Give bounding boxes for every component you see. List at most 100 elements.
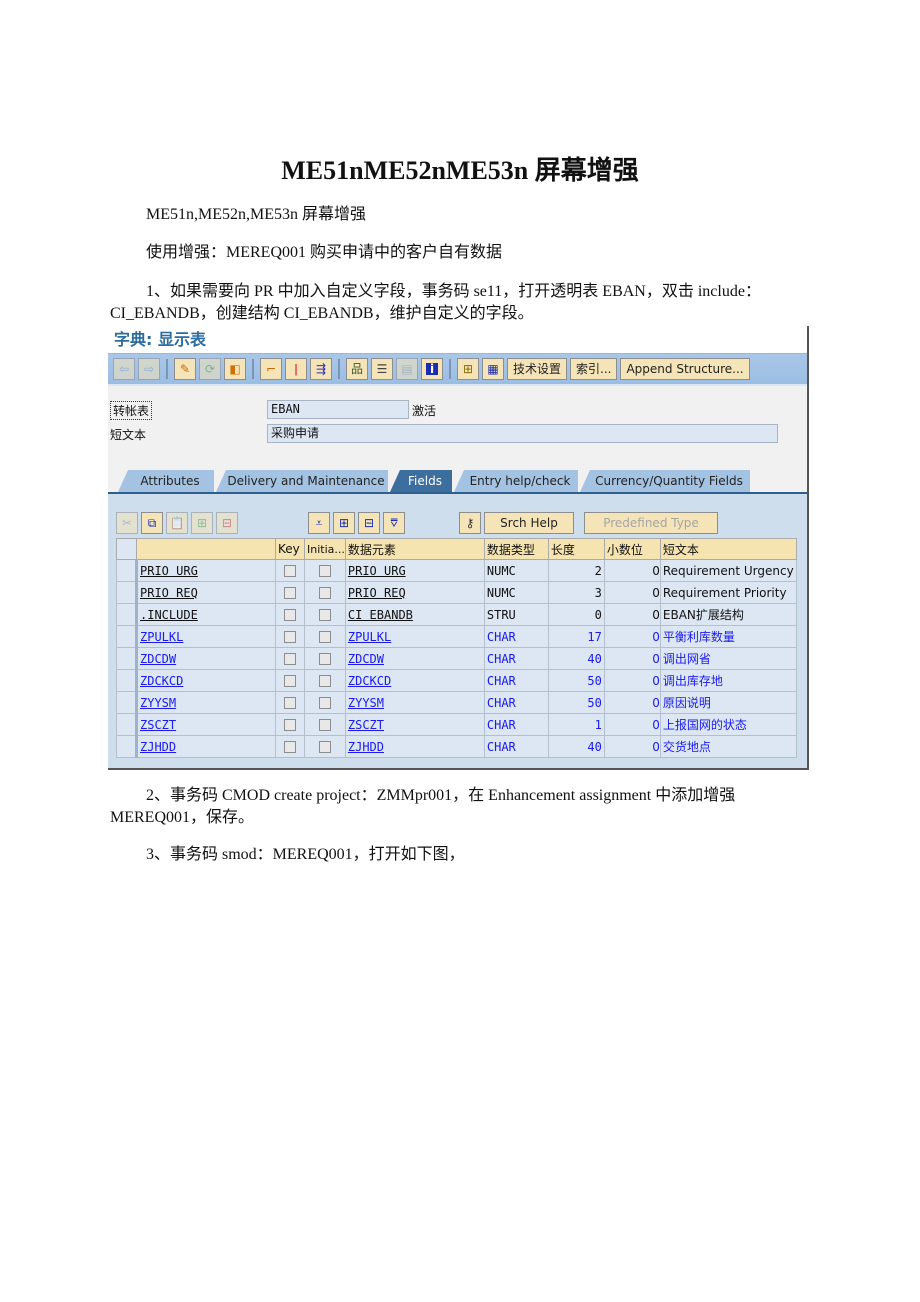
cut-icon[interactable]: ✂ xyxy=(116,512,138,534)
tab-fields[interactable]: Fields xyxy=(390,470,452,492)
row-selector[interactable] xyxy=(116,691,138,714)
data-element-link[interactable]: ZYYSM xyxy=(348,696,384,710)
field-name-cell[interactable]: ZJHDD xyxy=(136,735,276,758)
contents-icon[interactable]: ▦ xyxy=(482,358,504,380)
tab-currency-quantity[interactable]: Currency/Quantity Fields xyxy=(580,470,750,492)
table-row[interactable]: ZSCZT ZSCZT CHAR 1 0 上报国网的状态 xyxy=(116,713,797,736)
insert-row-icon[interactable]: ⊞ xyxy=(191,512,213,534)
column-header-decimals[interactable]: 小数位 xyxy=(603,538,661,560)
table-row[interactable]: PRIO URG PRIO URG NUMC 2 0 Requirement Urgenc… xyxy=(116,559,797,582)
row-selector[interactable] xyxy=(116,669,138,692)
table-row[interactable]: .INCLUDE CI EBANDB STRU 0 0 EBAN扩展结构 xyxy=(116,603,797,626)
data-element-link[interactable]: ZDCDW xyxy=(348,652,384,666)
field-name-link[interactable]: ZDCDW xyxy=(140,652,176,666)
indexes-button[interactable]: 索引... xyxy=(570,358,618,380)
srch-help-button[interactable]: Srch Help xyxy=(484,512,574,534)
data-element-cell[interactable]: ZJHDD xyxy=(344,735,485,758)
data-element-cell[interactable]: ZSCZT xyxy=(344,713,485,736)
row-selector[interactable] xyxy=(116,625,138,648)
row-selector[interactable] xyxy=(116,559,138,582)
column-header-data-element[interactable]: 数据元素 xyxy=(344,538,485,560)
layout-icon[interactable]: ▤ xyxy=(396,358,418,380)
collapse-all-icon[interactable]: ⩡ xyxy=(308,512,330,534)
data-element-cell[interactable]: ZDCKCD xyxy=(344,669,485,692)
expand-all-icon[interactable]: ⩢ xyxy=(383,512,405,534)
field-name-link[interactable]: .INCLUDE xyxy=(140,608,198,622)
data-element-link[interactable]: ZJHDD xyxy=(348,740,384,754)
row-selector[interactable] xyxy=(116,581,138,604)
initial-values-checkbox[interactable] xyxy=(318,631,331,643)
data-element-link[interactable]: PRIO URG xyxy=(348,564,406,578)
field-name-link[interactable]: ZPULKL xyxy=(140,630,183,644)
data-element-cell[interactable]: PRIO URG xyxy=(344,559,485,582)
data-element-cell[interactable]: ZDCDW xyxy=(344,647,485,670)
field-name-link[interactable]: ZDCKCD xyxy=(140,674,183,688)
data-element-cell[interactable]: PRIO REQ xyxy=(344,581,485,604)
field-name-link[interactable]: ZYYSM xyxy=(140,696,176,710)
data-element-cell[interactable]: ZYYSM xyxy=(344,691,485,714)
tab-entry-help-check[interactable]: Entry help/check xyxy=(454,470,578,492)
field-name-cell[interactable]: ZSCZT xyxy=(136,713,276,736)
table-row[interactable]: ZPULKL ZPULKL CHAR 17 0 平衡利库数量 xyxy=(116,625,797,648)
select-all-cell[interactable] xyxy=(116,538,137,560)
field-name-link[interactable]: ZJHDD xyxy=(140,740,176,754)
initial-values-checkbox[interactable] xyxy=(318,609,331,621)
table-row[interactable]: ZJHDD ZJHDD CHAR 40 0 交货地点 xyxy=(116,735,797,758)
data-element-link[interactable]: PRIO REQ xyxy=(348,586,406,600)
data-element-cell[interactable]: ZPULKL xyxy=(344,625,485,648)
column-header-short-text[interactable]: 短文本 xyxy=(659,538,797,560)
initial-values-checkbox[interactable] xyxy=(318,565,331,577)
table-name-field[interactable]: EBAN xyxy=(267,400,409,419)
navigate-icon[interactable]: ⇶ xyxy=(310,358,332,380)
key-checkbox[interactable] xyxy=(284,609,296,621)
table-row[interactable]: ZDCKCD ZDCKCD CHAR 50 0 调出库存地 xyxy=(116,669,797,692)
column-header-initial[interactable]: Initia... xyxy=(304,538,346,560)
key-checkbox[interactable] xyxy=(284,697,296,709)
key-checkbox[interactable] xyxy=(284,653,296,665)
field-name-link[interactable]: PRIO REQ xyxy=(140,586,198,600)
table-row[interactable]: PRIO REQ PRIO REQ NUMC 3 0 Requirement Priori… xyxy=(116,581,797,604)
initial-values-checkbox[interactable] xyxy=(318,653,331,665)
technical-settings-button[interactable]: 技术设置 xyxy=(507,358,568,380)
foreign-key-icon[interactable]: ⚷ xyxy=(459,512,481,534)
predefined-type-button[interactable]: Predefined Type xyxy=(584,512,718,534)
forward-arrow-icon[interactable]: ⇨ xyxy=(138,358,160,380)
field-name-link[interactable]: PRIO URG xyxy=(140,564,198,578)
initial-values-checkbox[interactable] xyxy=(318,675,331,687)
key-checkbox[interactable] xyxy=(284,631,296,643)
column-header-data-type[interactable]: 数据类型 xyxy=(483,538,549,560)
other-object-icon[interactable]: ⟳ xyxy=(199,358,221,380)
expand-include-icon[interactable]: ⊞ xyxy=(333,512,355,534)
key-checkbox[interactable] xyxy=(284,587,296,599)
short-text-field[interactable]: 采购申请 xyxy=(267,424,778,443)
collapse-include-icon[interactable]: ⊟ xyxy=(358,512,380,534)
data-element-cell[interactable]: CI EBANDB xyxy=(344,603,485,626)
info-icon[interactable]: i xyxy=(421,358,443,380)
column-header-key[interactable]: Key xyxy=(275,538,305,560)
table-row[interactable]: ZDCDW ZDCDW CHAR 40 0 调出网省 xyxy=(116,647,797,670)
data-element-link[interactable]: ZDCKCD xyxy=(348,674,391,688)
field-name-cell[interactable]: PRIO REQ xyxy=(136,581,276,604)
field-name-cell[interactable]: ZDCKCD xyxy=(136,669,276,692)
initial-values-checkbox[interactable] xyxy=(318,587,331,599)
activate-icon[interactable]: ◧ xyxy=(224,358,246,380)
paste-icon[interactable]: 📋 xyxy=(166,512,188,534)
back-arrow-icon[interactable]: ⇦ xyxy=(113,358,135,380)
initial-values-checkbox[interactable] xyxy=(318,741,331,753)
field-name-link[interactable]: ZSCZT xyxy=(140,718,176,732)
key-checkbox[interactable] xyxy=(284,675,296,687)
initial-values-checkbox[interactable] xyxy=(318,719,331,731)
key-checkbox[interactable] xyxy=(284,741,296,753)
where-used-icon[interactable]: ǀ xyxy=(285,358,307,380)
row-selector[interactable] xyxy=(116,713,138,736)
append-structure-button[interactable]: Append Structure... xyxy=(620,358,750,380)
key-checkbox[interactable] xyxy=(284,719,296,731)
graphic-icon[interactable]: ⊞ xyxy=(457,358,479,380)
hierarchy-icon[interactable]: 品 xyxy=(346,358,368,380)
field-name-cell[interactable]: PRIO URG xyxy=(136,559,276,582)
column-header-field[interactable] xyxy=(136,538,276,560)
field-name-cell[interactable]: ZPULKL xyxy=(136,625,276,648)
table-row[interactable]: ZYYSM ZYYSM CHAR 50 0 原因说明 xyxy=(116,691,797,714)
data-element-link[interactable]: CI EBANDB xyxy=(348,608,413,622)
copy-icon[interactable]: ⧉ xyxy=(141,512,163,534)
